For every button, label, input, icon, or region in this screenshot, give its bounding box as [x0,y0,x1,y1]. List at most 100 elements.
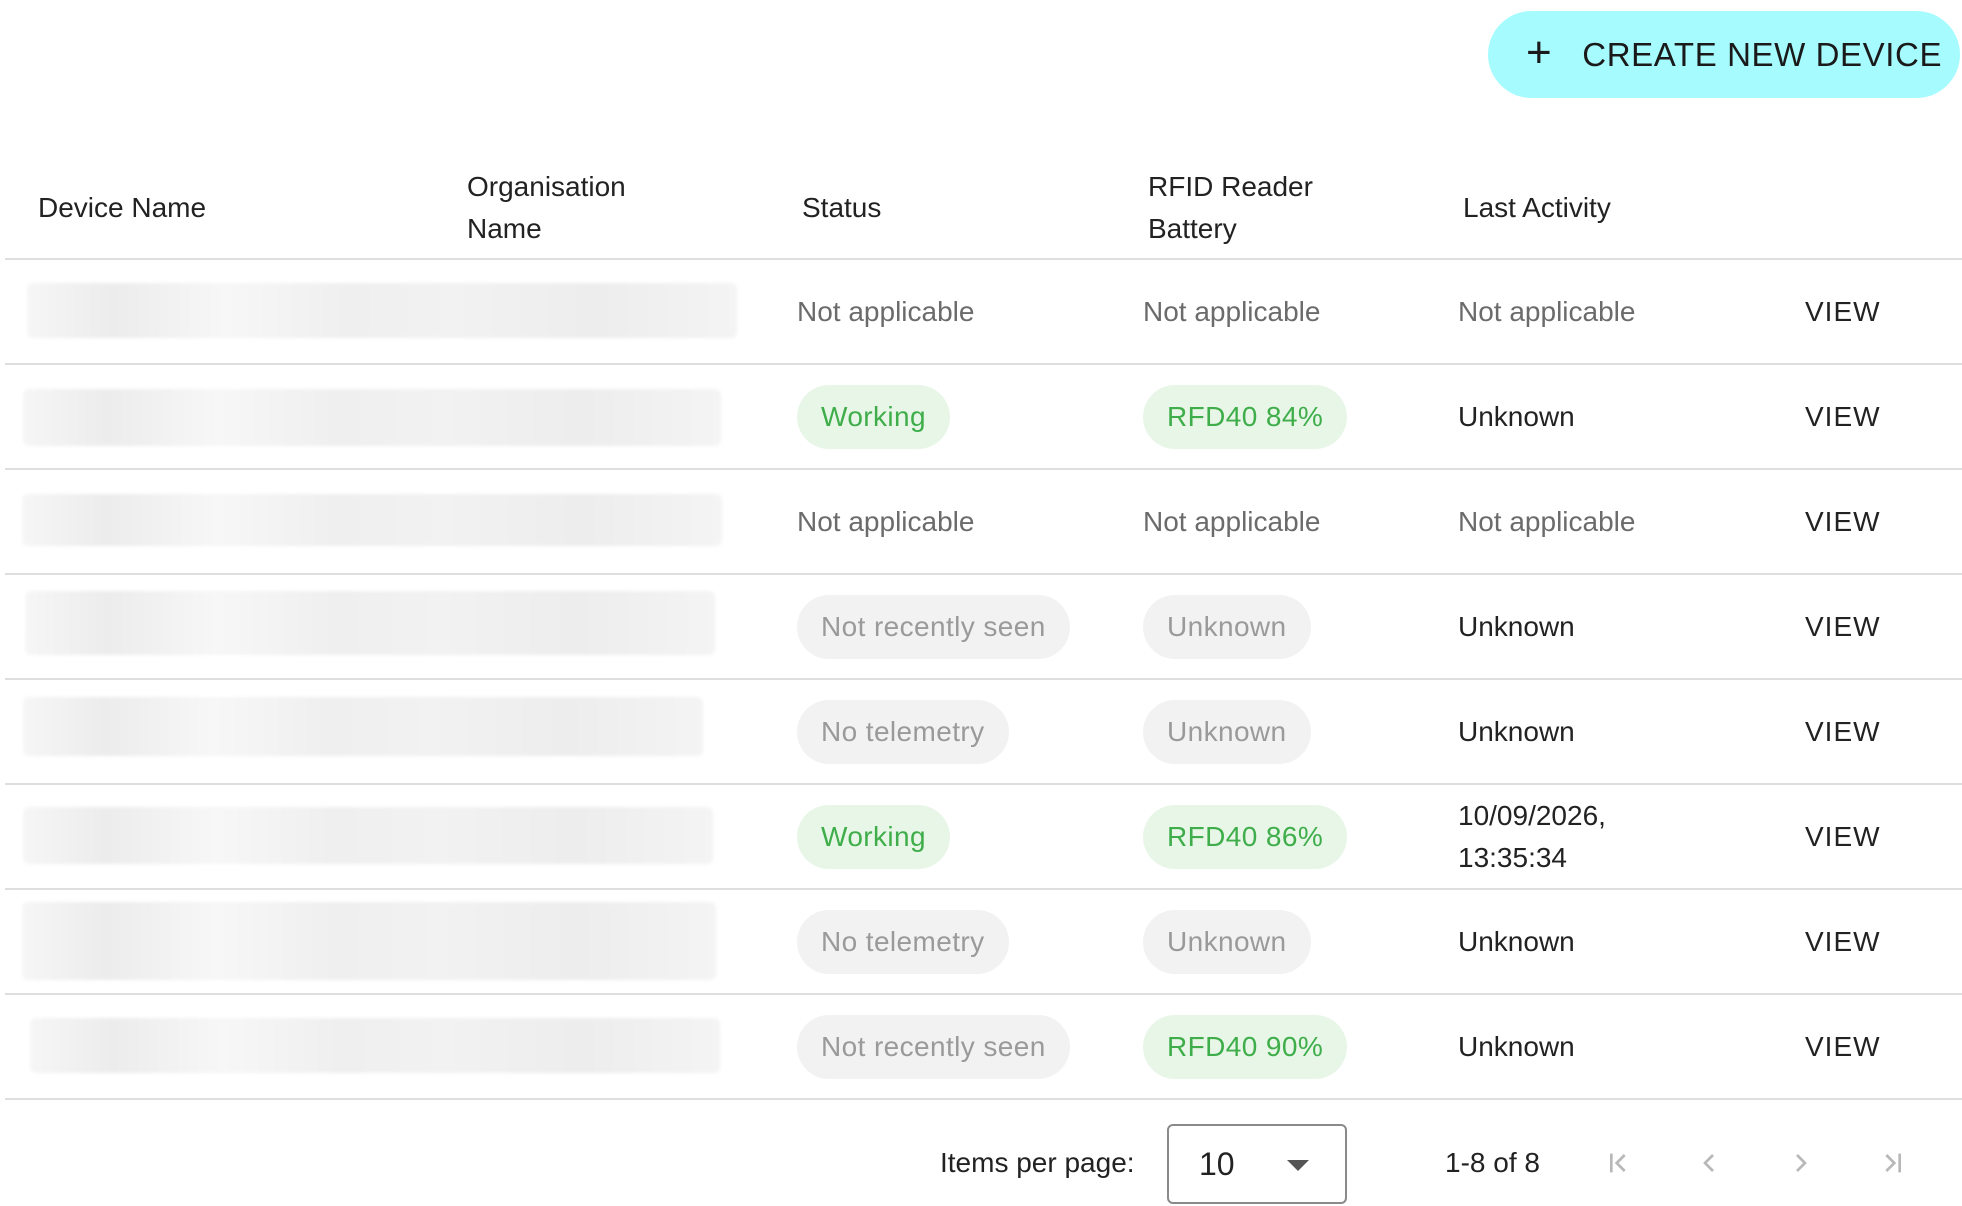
last-activity-text: Unknown [1458,925,1575,957]
column-header-device-name[interactable]: Device Name [38,155,206,260]
rfid-battery-badge: Unknown [1143,594,1311,659]
create-new-device-label: CREATE NEW DEVICE [1582,35,1943,73]
table-row[interactable]: Not applicable Not applicable Not applicab… [5,260,1962,365]
table-header: Device Name Organisation Name Status RFI… [5,155,1962,260]
rfid-battery-badge: Unknown [1143,909,1311,974]
last-page-button[interactable] [1870,1140,1916,1186]
view-button[interactable]: VIEW [1805,995,1881,1098]
chevron-down-icon [1287,1160,1309,1171]
items-per-page-value: 10 [1199,1145,1235,1182]
view-button[interactable]: VIEW [1805,365,1881,468]
rfid-battery-cell: RFD40 84% [1143,365,1348,468]
last-activity-text: Unknown [1458,610,1575,642]
redacted-device-organisation [25,591,715,655]
table-row[interactable]: Working RFD40 84% Unknown VIEW [5,365,1962,470]
column-header-label: Device Name [38,191,207,223]
status-badge: No telemetry [797,699,1009,764]
status-cell: Not recently seen [797,995,1070,1098]
rfid-battery-badge: Unknown [1143,699,1311,764]
column-header-label: Organisation Name [467,170,626,244]
status-cell: Working [797,365,950,468]
last-activity-cell: Unknown [1458,575,1575,678]
rfid-battery-badge: RFD40 90% [1143,1014,1348,1079]
column-header-label: Status [802,191,882,223]
plus-icon: + [1526,27,1553,77]
status-text: Not applicable [797,505,975,537]
paginator: Items per page: 10 1-8 of 8 [0,1120,1962,1206]
table-row[interactable]: Not applicable Not applicable Not applicab… [5,470,1962,575]
column-header-label: RFID Reader Battery [1148,170,1313,244]
column-header-rfid-battery[interactable]: RFID Reader Battery [1148,155,1313,260]
rfid-battery-cell: Unknown [1143,575,1311,678]
redacted-device-organisation [23,389,721,446]
column-header-last-activity[interactable]: Last Activity [1463,155,1611,260]
status-text: Not applicable [797,295,975,327]
last-activity-cell: Unknown [1458,680,1575,783]
rfid-battery-cell: Not applicable [1143,470,1320,573]
last-activity-cell: Unknown [1458,995,1575,1098]
table-body: Not applicable Not applicable Not applicab… [5,260,1962,1100]
view-button[interactable]: VIEW [1805,260,1881,363]
redacted-device-organisation [30,1018,720,1073]
redacted-device-organisation [23,697,703,756]
column-header-status[interactable]: Status [802,155,881,260]
last-activity-cell: Not applicable [1458,260,1635,363]
last-page-icon [1885,1153,1901,1173]
status-cell: No telemetry [797,680,1009,783]
table-row[interactable]: No telemetry Unknown Unknown VIEW [5,890,1962,995]
view-button[interactable]: VIEW [1805,680,1881,783]
status-cell: Not applicable [797,470,974,573]
column-header-label: Last Activity [1463,191,1611,223]
last-activity-cell: Unknown [1458,890,1575,993]
rfid-battery-cell: RFD40 90% [1143,995,1348,1098]
redacted-device-organisation [23,807,713,864]
status-cell: No telemetry [797,890,1009,993]
create-new-device-button[interactable]: + CREATE NEW DEVICE [1488,11,1960,98]
redacted-device-organisation [22,494,722,546]
table-row[interactable]: Working RFD40 86% 10/09/2026, 13:35:34 VIEW [5,785,1962,890]
last-activity-cell: Unknown [1458,365,1575,468]
status-cell: Working [797,785,950,888]
chevron-left-icon [1703,1154,1714,1172]
status-badge: Working [797,804,950,869]
rfid-battery-cell: Unknown [1143,680,1311,783]
next-page-button[interactable] [1778,1140,1824,1186]
last-activity-text: Not applicable [1458,505,1636,537]
last-activity-cell: Not applicable [1458,470,1635,573]
view-button[interactable]: VIEW [1805,890,1881,993]
items-per-page-label: Items per page: [940,1147,1135,1178]
first-page-button[interactable] [1595,1140,1641,1186]
last-activity-text: Unknown [1458,1030,1575,1062]
status-badge: No telemetry [797,909,1009,974]
rfid-battery-text: Not applicable [1143,505,1321,537]
last-activity-cell: 10/09/2026, 13:35:34 [1458,785,1606,888]
table-row[interactable]: Not recently seen Unknown Unknown VIEW [5,575,1962,680]
rfid-battery-text: Not applicable [1143,295,1321,327]
status-cell: Not recently seen [797,575,1070,678]
view-button[interactable]: VIEW [1805,785,1881,888]
last-activity-text: Unknown [1458,400,1575,432]
rfid-battery-cell: Unknown [1143,890,1311,993]
status-cell: Not applicable [797,260,974,363]
view-button[interactable]: VIEW [1805,470,1881,573]
table-row[interactable]: No telemetry Unknown Unknown VIEW [5,680,1962,785]
table-row[interactable]: Not recently seen RFD40 90% Unknown VIEW [5,995,1962,1100]
previous-page-button[interactable] [1686,1140,1732,1186]
chevron-right-icon [1796,1154,1807,1172]
rfid-battery-cell: Not applicable [1143,260,1320,363]
last-activity-text: 10/09/2026, 13:35:34 [1458,799,1606,873]
rfid-battery-cell: RFD40 86% [1143,785,1348,888]
first-page-icon [1610,1153,1626,1173]
column-header-organisation-name[interactable]: Organisation Name [467,155,626,260]
last-activity-text: Not applicable [1458,295,1636,327]
items-per-page-select[interactable]: 10 [1167,1124,1347,1204]
devices-table: Device Name Organisation Name Status RFI… [5,155,1962,1100]
redacted-device-organisation [27,283,737,338]
rfid-battery-badge: RFD40 84% [1143,384,1348,449]
last-activity-text: Unknown [1458,715,1575,747]
status-badge: Working [797,384,950,449]
redacted-device-organisation [22,902,716,980]
view-button[interactable]: VIEW [1805,575,1881,678]
page-range-label: 1-8 of 8 [1445,1147,1540,1178]
rfid-battery-badge: RFD40 86% [1143,804,1348,869]
